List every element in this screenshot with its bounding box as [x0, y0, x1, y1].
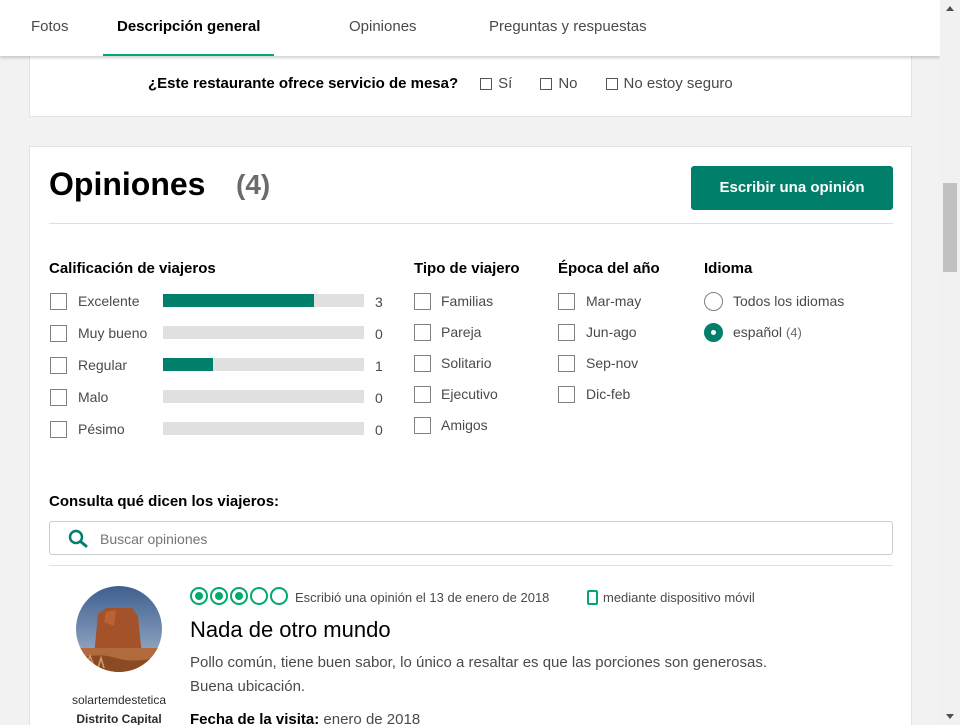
tab-reviews[interactable]: Opiniones: [349, 0, 417, 56]
season-header: Época del año: [558, 260, 660, 277]
rating-label: Pésimo: [78, 421, 125, 437]
radio-spanish[interactable]: [704, 323, 723, 342]
service-option-unsure[interactable]: No estoy seguro: [605, 75, 733, 92]
checkbox-unsure[interactable]: [605, 77, 618, 90]
rating-bubble: [230, 587, 248, 605]
rating-label: Muy bueno: [78, 325, 148, 341]
rating-label: Regular: [78, 357, 128, 373]
search-icon: [68, 529, 90, 554]
checkbox-no[interactable]: [540, 77, 553, 90]
traveler-type-label: Amigos: [441, 417, 488, 433]
rating-label: Excelente: [78, 293, 140, 309]
checkbox-season-2[interactable]: [558, 324, 575, 341]
language-label: Todos los idiomas: [733, 293, 845, 309]
service-option-yes[interactable]: Sí: [480, 75, 512, 92]
rating-bar-fill: [163, 294, 314, 307]
tab-photos[interactable]: Fotos: [31, 0, 69, 56]
mobile-icon: [587, 590, 598, 605]
checkbox-very-good[interactable]: [50, 325, 67, 342]
reviews-count: (4): [236, 169, 271, 200]
rating-bar: [163, 358, 364, 371]
rating-count: 3: [375, 294, 383, 310]
checkbox-excellent[interactable]: [50, 293, 67, 310]
rating-bubble: [270, 587, 288, 605]
language-label-spanish: español (4): [733, 324, 802, 340]
avatar[interactable]: [76, 586, 162, 672]
rating-bar: [163, 326, 364, 339]
rating-bubble: [190, 587, 208, 605]
rating-bar: [163, 422, 364, 435]
rating-bubble: [250, 587, 268, 605]
scrollbar-thumb[interactable]: [943, 183, 957, 272]
checkbox-season-1[interactable]: [558, 293, 575, 310]
review-title[interactable]: Nada de otro mundo: [190, 617, 391, 643]
rating-header: Calificación de viajeros: [49, 260, 216, 277]
page-viewport: Fotos Descripción general Opiniones Preg…: [0, 0, 940, 725]
checkbox-couples[interactable]: [414, 324, 431, 341]
visit-date: Fecha de la visita: enero de 2018: [190, 711, 421, 725]
checkbox-average[interactable]: [50, 357, 67, 374]
rating-bar-fill: [163, 358, 214, 371]
scroll-up-icon[interactable]: [940, 0, 960, 17]
search-input[interactable]: [100, 531, 800, 547]
tab-bar: Fotos Descripción general Opiniones Preg…: [0, 0, 940, 56]
reviews-title: Opiniones: [49, 166, 206, 202]
rating-count: 1: [375, 358, 383, 374]
season-label: Jun-ago: [586, 324, 637, 340]
service-option-no[interactable]: No: [540, 75, 578, 92]
service-question-text: ¿Este restaurante ofrece servicio de mes…: [148, 75, 459, 92]
reviewer-location: Distrito Capital: [76, 712, 162, 725]
checkbox-season-3[interactable]: [558, 355, 575, 372]
divider: [49, 223, 893, 224]
traveler-type-label: Pareja: [441, 324, 482, 340]
rating-label: Malo: [78, 389, 109, 405]
traveler-type-label: Solitario: [441, 355, 492, 371]
scrollbar[interactable]: [940, 0, 960, 725]
rating-bar: [163, 390, 364, 403]
checkbox-season-4[interactable]: [558, 386, 575, 403]
rating-count: 0: [375, 422, 383, 438]
radio-all-languages[interactable]: [704, 292, 723, 311]
checkbox-solo[interactable]: [414, 355, 431, 372]
divider: [49, 565, 893, 566]
search-box[interactable]: [49, 521, 893, 555]
write-review-button[interactable]: Escribir una opinión: [691, 166, 893, 210]
checkbox-yes[interactable]: [480, 77, 493, 90]
rating-count: 0: [375, 326, 383, 342]
scroll-down-icon[interactable]: [940, 708, 960, 725]
mobile-text: mediante dispositivo móvil: [603, 590, 755, 605]
checkbox-terrible[interactable]: [50, 421, 67, 438]
language-header: Idioma: [704, 260, 753, 277]
rating-bubbles: [190, 587, 290, 605]
tab-overview[interactable]: Descripción general: [103, 0, 275, 56]
season-label: Sep-nov: [586, 355, 639, 371]
rating-bubble: [210, 587, 228, 605]
review-body: Pollo común, tiene buen sabor, lo único …: [190, 654, 768, 695]
reviewer-username[interactable]: solartemdestetica: [52, 693, 186, 707]
checkbox-families[interactable]: [414, 293, 431, 310]
rating-count: 0: [375, 390, 383, 406]
service-question-row: ¿Este restaurante ofrece servicio de mes…: [148, 75, 761, 92]
traveler-type-label: Familias: [441, 293, 494, 309]
checkbox-poor[interactable]: [50, 389, 67, 406]
checkbox-business[interactable]: [414, 386, 431, 403]
season-label: Dic-feb: [586, 386, 631, 402]
review-date: Escribió una opinión el 13 de enero de 2…: [295, 590, 550, 605]
season-label: Mar-may: [586, 293, 642, 309]
checkbox-friends[interactable]: [414, 417, 431, 434]
reviews-card: Opiniones (4) Escribir una opinión Calif…: [29, 146, 912, 725]
search-label: Consulta qué dicen los viajeros:: [49, 493, 280, 510]
rating-bar: [163, 294, 364, 307]
traveler-type-label: Ejecutivo: [441, 386, 498, 402]
traveler-type-header: Tipo de viajero: [414, 260, 520, 277]
tab-qa[interactable]: Preguntas y respuestas: [489, 0, 647, 56]
